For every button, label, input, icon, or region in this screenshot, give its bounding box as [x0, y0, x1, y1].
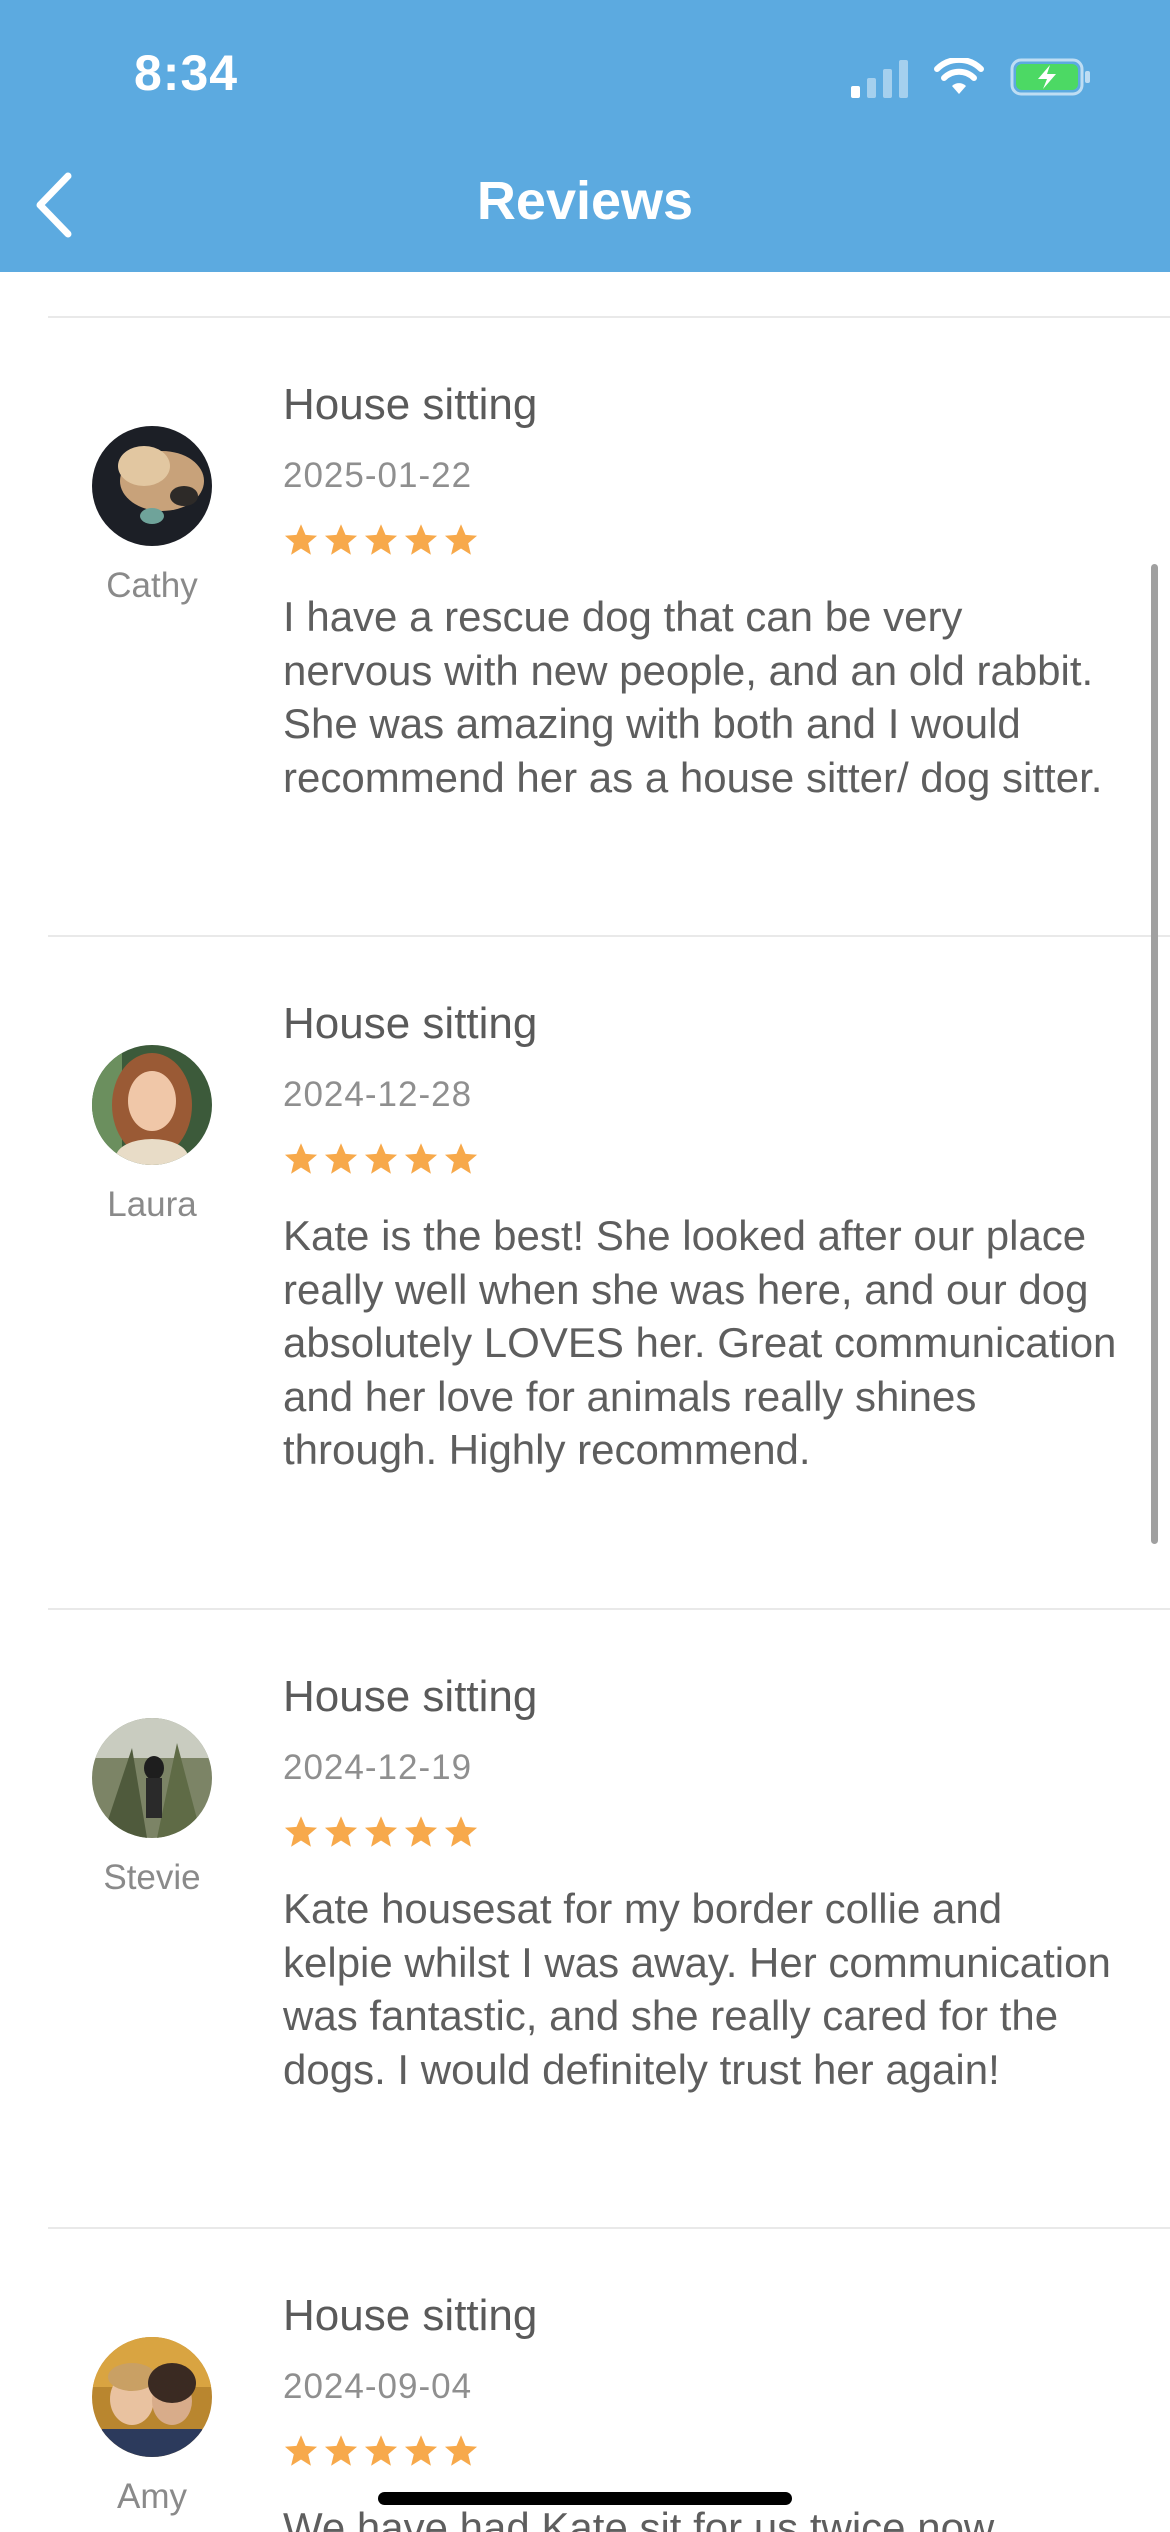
- service-type: House sitting: [283, 2291, 538, 2340]
- star-icon: [284, 2435, 318, 2466]
- review-text: Kate is the best! She looked after our p…: [283, 1212, 1117, 1473]
- review-date: 2024-12-28: [283, 1075, 473, 1114]
- star-rating: [283, 1814, 479, 1850]
- star-icon: [324, 524, 358, 555]
- service-type: House sitting: [283, 380, 538, 429]
- status-icons: [851, 52, 1092, 102]
- star-icon: [284, 1816, 318, 1847]
- reviewer-name[interactable]: Amy: [72, 2477, 232, 2517]
- cellular-signal-icon: [851, 56, 908, 98]
- star-icon: [364, 524, 398, 555]
- divider: [48, 2227, 1170, 2229]
- star-icon: [364, 2435, 398, 2466]
- divider: [48, 316, 1170, 318]
- review-text: Kate housesat for my border collie and k…: [283, 1885, 1111, 2093]
- avatar[interactable]: [92, 1718, 212, 1838]
- status-time: 8:34: [134, 45, 239, 101]
- divider: [48, 1608, 1170, 1610]
- page-title: Reviews: [476, 171, 694, 231]
- star-icon: [404, 524, 438, 555]
- star-icon: [364, 1143, 398, 1174]
- star-icon: [364, 1816, 398, 1847]
- star-icon: [404, 2435, 438, 2466]
- review-date: 2024-12-19: [283, 1748, 473, 1787]
- service-type: House sitting: [283, 999, 538, 1048]
- star-icon: [284, 1143, 318, 1174]
- scrollbar[interactable]: [1151, 564, 1158, 1544]
- reviewer-name[interactable]: Cathy: [72, 566, 232, 606]
- star-icon: [404, 1143, 438, 1174]
- avatar[interactable]: [92, 426, 212, 546]
- home-indicator[interactable]: [378, 2492, 792, 2505]
- star-icon: [444, 1816, 478, 1847]
- star-icon: [444, 2435, 478, 2466]
- star-rating: [283, 522, 479, 558]
- avatar[interactable]: [92, 2337, 212, 2457]
- star-icon: [324, 2435, 358, 2466]
- reviewer-name[interactable]: Laura: [72, 1185, 232, 1225]
- review-text: We have had Kate sit for us twice now: [283, 2504, 995, 2532]
- wifi-icon: [934, 58, 984, 94]
- star-icon: [324, 1143, 358, 1174]
- divider: [48, 935, 1170, 937]
- review-list[interactable]: Cathy House sitting 2025-01-22 I have a …: [0, 272, 1170, 2532]
- star-icon: [444, 1143, 478, 1174]
- avatar[interactable]: [92, 1045, 212, 1165]
- service-type: House sitting: [283, 1672, 538, 1721]
- star-icon: [404, 1816, 438, 1847]
- star-rating: [283, 2433, 479, 2469]
- header-bar: 8:34 Reviews: [0, 0, 1170, 272]
- battery-charging-icon: [1010, 58, 1090, 96]
- star-icon: [444, 524, 478, 555]
- review-date: 2024-09-04: [283, 2367, 473, 2406]
- star-rating: [283, 1141, 479, 1177]
- star-icon: [284, 524, 318, 555]
- star-icon: [324, 1816, 358, 1847]
- review-date: 2025-01-22: [283, 456, 473, 495]
- reviewer-name[interactable]: Stevie: [72, 1858, 232, 1898]
- review-text: I have a rescue dog that can be very ner…: [283, 593, 1103, 801]
